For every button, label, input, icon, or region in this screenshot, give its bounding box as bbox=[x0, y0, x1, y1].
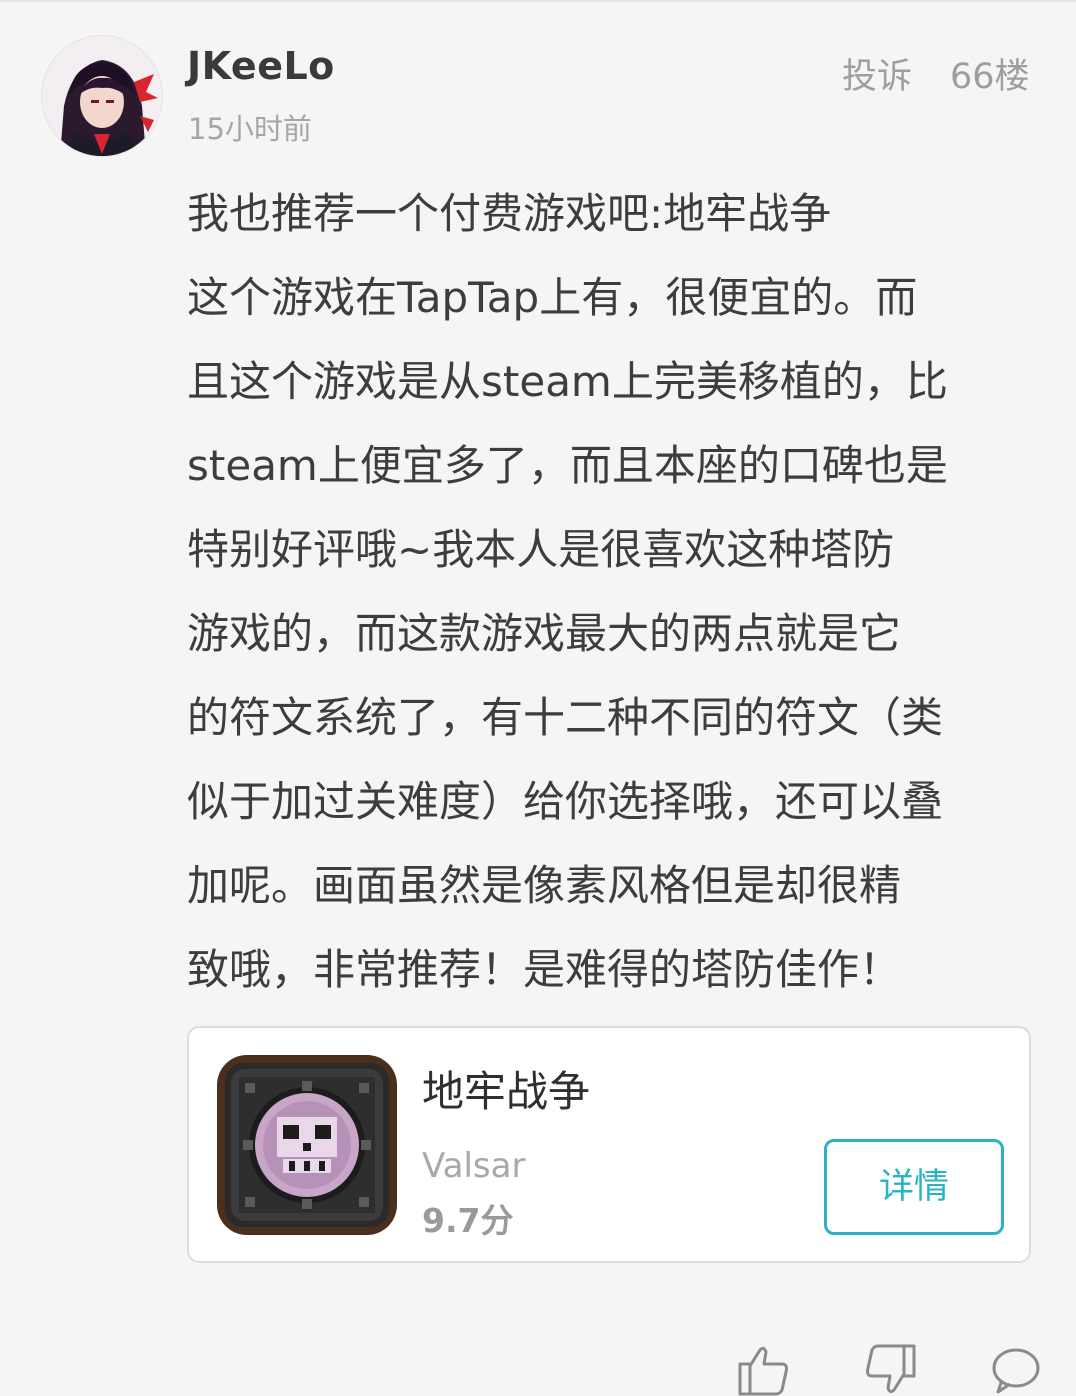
detail-button[interactable]: 详情 bbox=[824, 1139, 1004, 1235]
comment-text-line: steam上便宜多了，而且本座的口碑也是 bbox=[187, 441, 948, 490]
comment-text-line: 加呢。画面虽然是像素风格但是却很精 bbox=[187, 861, 902, 910]
post-time: 15小时前 bbox=[188, 112, 312, 146]
comment-icon[interactable] bbox=[988, 1342, 1044, 1396]
comment-text-line: 我也推荐一个付费游戏吧:地牢战争 bbox=[187, 189, 832, 238]
comment-item: JKeeLo 15小时前 投诉 66楼 我也推荐一个付费游戏吧:地牢战争 这个游… bbox=[0, 0, 1076, 1396]
thumbs-down-icon[interactable] bbox=[862, 1342, 918, 1396]
comment-text-line: 特别好评哦~我本人是很喜欢这种塔防 bbox=[187, 525, 895, 574]
comment-body: 我也推荐一个付费游戏吧:地牢战争 这个游戏在TapTap上有，很便宜的。而 且这… bbox=[187, 172, 1037, 1012]
comment-text-line: 致哦，非常推荐！是难得的塔防佳作！ bbox=[187, 945, 902, 994]
comment-text-line: 游戏的，而这款游戏最大的两点就是它 bbox=[187, 609, 902, 658]
app-score: 9.7分 bbox=[422, 1201, 514, 1240]
app-developer: Valsar bbox=[422, 1146, 526, 1186]
app-icon[interactable] bbox=[217, 1055, 397, 1235]
report-button[interactable]: 投诉 bbox=[842, 48, 912, 99]
comment-text-line: 且这个游戏是从steam上完美移植的，比 bbox=[187, 357, 948, 406]
app-card[interactable]: 地牢战争 Valsar 9.7分 详情 bbox=[187, 1026, 1031, 1263]
username[interactable]: JKeeLo bbox=[187, 44, 335, 88]
comment-text-line: 的符文系统了，有十二种不同的符文（类 bbox=[187, 693, 944, 742]
avatar[interactable] bbox=[42, 36, 162, 156]
comment-text-line: 似于加过关难度）给你选择哦，还可以叠 bbox=[187, 777, 944, 826]
floor-number: 66楼 bbox=[950, 57, 1030, 97]
thumbs-up-icon[interactable] bbox=[736, 1342, 792, 1396]
app-name[interactable]: 地牢战争 bbox=[422, 1058, 590, 1119]
comment-text-line: 这个游戏在TapTap上有，很便宜的。而 bbox=[187, 273, 918, 322]
